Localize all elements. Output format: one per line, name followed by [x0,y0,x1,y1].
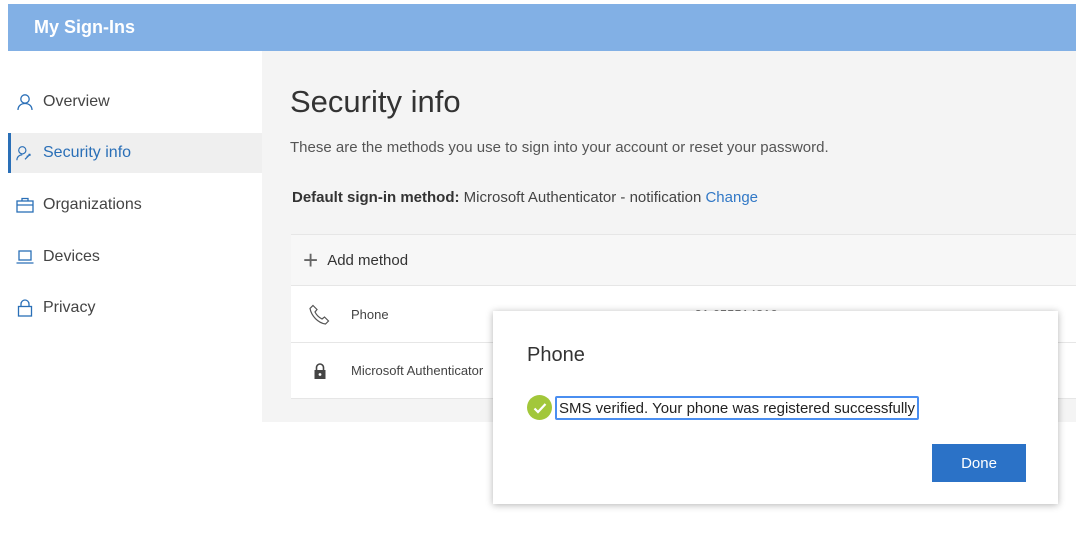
default-method-value: Microsoft Authenticator - notification [463,189,702,206]
sidebar-item-privacy[interactable]: Privacy [8,288,262,328]
done-button[interactable]: Done [932,444,1026,482]
sidebar-item-devices[interactable]: Devices [8,237,262,277]
person-icon [16,93,34,111]
sidebar-item-label: Devices [43,248,100,265]
sidebar: Overview Security info Organizations Dev… [0,51,262,558]
method-name: Microsoft Authenticator [351,363,484,378]
sidebar-item-overview[interactable]: Overview [8,82,262,122]
authenticator-lock-icon [307,362,333,380]
checkmark-icon [527,395,552,420]
change-link[interactable]: Change [705,189,758,206]
sidebar-item-security-info[interactable]: Security info [8,133,262,173]
plus-icon: + [303,245,319,275]
page-title: Security info [290,84,461,119]
method-name: Phone [351,307,389,322]
default-method-label: Default sign-in method: [292,189,460,206]
app-title: My Sign-Ins [34,17,136,37]
top-bar: My Sign-Ins [8,4,1076,51]
default-sign-in-method: Default sign-in method: Microsoft Authen… [292,189,758,206]
person-key-icon [16,144,34,162]
phone-icon [307,303,333,327]
page-subtitle: These are the methods you use to sign in… [290,139,829,156]
laptop-icon [16,248,34,266]
sidebar-item-organizations[interactable]: Organizations [8,185,262,225]
sidebar-item-label: Security info [43,144,132,161]
dialog-title: Phone [527,344,585,366]
phone-dialog: Phone SMS verified. Your phone was regis… [493,311,1058,504]
lock-icon [16,299,34,317]
dialog-message: SMS verified. Your phone was registered … [527,395,920,420]
success-message: SMS verified. Your phone was registered … [555,395,920,420]
sidebar-item-label: Overview [43,93,110,110]
sidebar-item-label: Organizations [43,196,142,213]
add-method-button[interactable]: + Add method [291,235,1076,286]
briefcase-icon [16,196,34,214]
add-method-label: Add method [327,251,409,269]
sidebar-item-label: Privacy [43,299,96,316]
